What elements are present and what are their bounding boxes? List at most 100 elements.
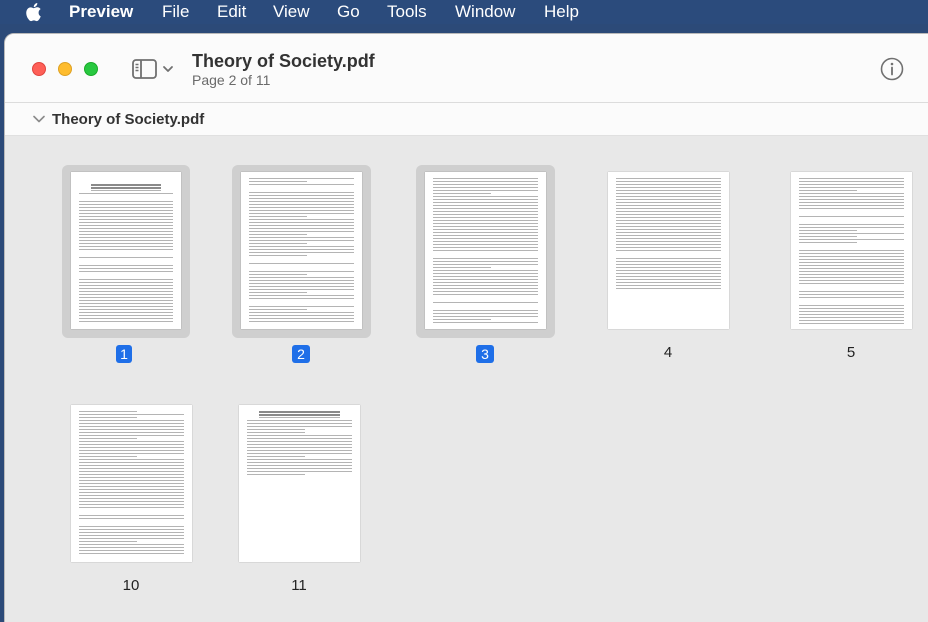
text-line: [247, 456, 305, 457]
text-line: [799, 190, 857, 191]
text-line: [616, 247, 721, 248]
text-line: [247, 441, 352, 442]
text-line: [249, 249, 354, 250]
text-line: [79, 237, 173, 238]
text-line: [249, 309, 307, 310]
text-line: [79, 315, 173, 316]
text-line: [616, 241, 721, 242]
text-line: [91, 187, 161, 189]
text-line: [259, 411, 340, 413]
text-line: [79, 201, 173, 202]
text-line: [79, 246, 173, 247]
text-line: [799, 224, 904, 225]
text-line: [616, 226, 721, 227]
text-line: [79, 486, 184, 487]
text-line: [79, 532, 184, 533]
text-line: [433, 288, 538, 289]
close-button[interactable]: [32, 62, 46, 76]
zoom-button[interactable]: [84, 62, 98, 76]
text-line: [79, 414, 184, 415]
chevron-down-icon[interactable]: [33, 115, 45, 123]
text-line: [247, 438, 352, 439]
menu-help[interactable]: Help: [544, 3, 579, 21]
text-line: [616, 258, 721, 259]
text-line: [616, 250, 721, 251]
text-line: [79, 541, 137, 542]
text-line: [79, 297, 173, 298]
text-line: [799, 202, 904, 203]
text-line: [799, 205, 904, 206]
text-line: [247, 426, 352, 427]
text-line: [616, 282, 721, 283]
page-preview: [608, 172, 729, 329]
text-line: [616, 279, 721, 280]
text-line: [799, 199, 904, 200]
text-line: [79, 318, 173, 319]
text-line: [799, 314, 904, 315]
text-line: [799, 311, 904, 312]
text-line: [91, 184, 161, 186]
text-line: [433, 187, 538, 188]
text-line: [249, 198, 354, 199]
text-line: [249, 192, 354, 193]
page-number: 3: [476, 345, 494, 363]
text-line: [799, 239, 904, 240]
menu-app-name[interactable]: Preview: [69, 3, 133, 21]
text-line: [433, 226, 538, 227]
text-line: [433, 294, 538, 295]
text-line: [79, 435, 184, 436]
page-number: 1: [116, 345, 132, 363]
text-line: [79, 193, 173, 194]
text-line: [79, 291, 173, 292]
text-line: [79, 483, 184, 484]
menu-edit[interactable]: Edit: [217, 3, 246, 21]
text-line: [79, 526, 184, 527]
menu-tools[interactable]: Tools: [387, 3, 427, 21]
menu-go[interactable]: Go: [337, 3, 360, 21]
text-line: [249, 298, 354, 299]
text-line: [249, 216, 307, 217]
text-line: [616, 276, 721, 277]
text-line: [433, 223, 538, 224]
text-line: [249, 263, 354, 264]
minimize-button[interactable]: [58, 62, 72, 76]
text-line: [616, 193, 721, 194]
text-line: [79, 474, 184, 475]
text-line: [249, 195, 354, 196]
text-line: [433, 291, 538, 292]
text-line: [79, 444, 184, 445]
text-line: [79, 207, 173, 208]
text-line: [249, 306, 354, 307]
text-line: [79, 459, 184, 460]
text-line: [79, 282, 173, 283]
text-line: [249, 219, 354, 220]
text-line: [433, 181, 538, 182]
text-line: [79, 411, 137, 412]
text-line: [799, 305, 904, 306]
sidebar-toggle-icon[interactable]: [129, 56, 181, 82]
info-icon[interactable]: [879, 56, 905, 82]
text-line: [616, 273, 721, 274]
text-line: [249, 283, 354, 284]
preview-window: Theory of Society.pdf Page 2 of 11 Theor…: [4, 33, 928, 622]
text-line: [249, 184, 354, 185]
apple-icon[interactable]: [25, 1, 45, 23]
text-line: [79, 222, 173, 223]
text-line: [79, 417, 137, 418]
text-line: [433, 285, 538, 286]
text-line: [79, 216, 173, 217]
text-line: [79, 321, 173, 322]
text-line: [799, 259, 904, 260]
menu-view[interactable]: View: [273, 3, 310, 21]
text-line: [79, 285, 173, 286]
text-line: [433, 235, 538, 236]
text-line: [799, 184, 904, 185]
text-line: [259, 417, 340, 418]
text-line: [79, 468, 184, 469]
document-section-header[interactable]: Theory of Society.pdf: [5, 103, 928, 136]
page-indicator: Page 2 of 11: [192, 72, 271, 88]
menu-file[interactable]: File: [162, 3, 189, 21]
menu-window[interactable]: Window: [455, 3, 515, 21]
text-line: [79, 504, 184, 505]
text-line: [616, 270, 721, 271]
